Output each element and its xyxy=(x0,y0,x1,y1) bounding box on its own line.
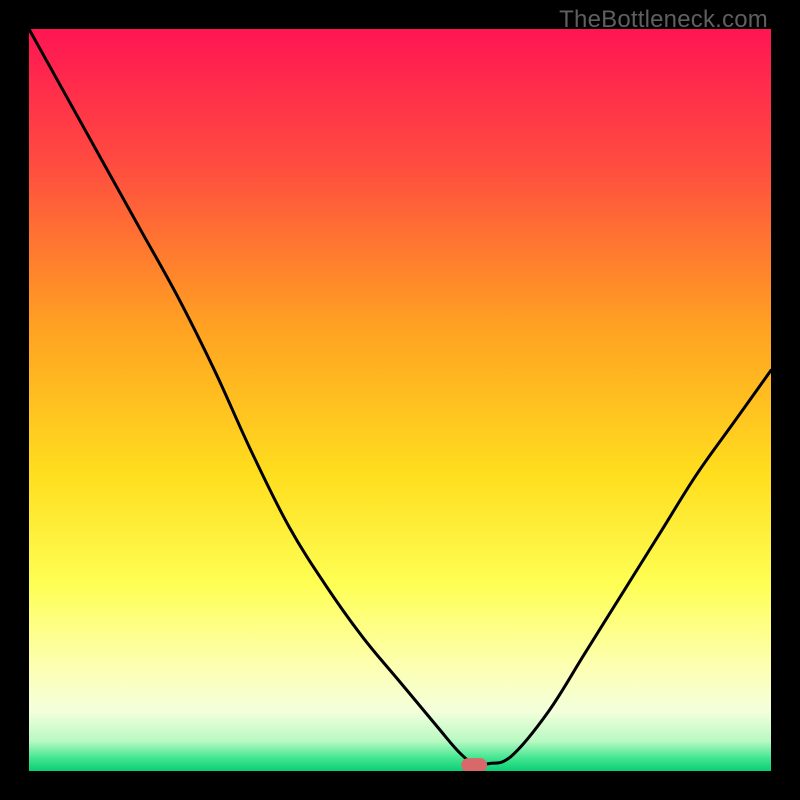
gradient-background xyxy=(29,29,771,771)
bottleneck-chart-svg xyxy=(29,29,771,771)
plot-area xyxy=(29,29,771,771)
optimal-marker xyxy=(461,758,487,771)
chart-frame: TheBottleneck.com xyxy=(0,0,800,800)
watermark-label: TheBottleneck.com xyxy=(559,6,768,34)
